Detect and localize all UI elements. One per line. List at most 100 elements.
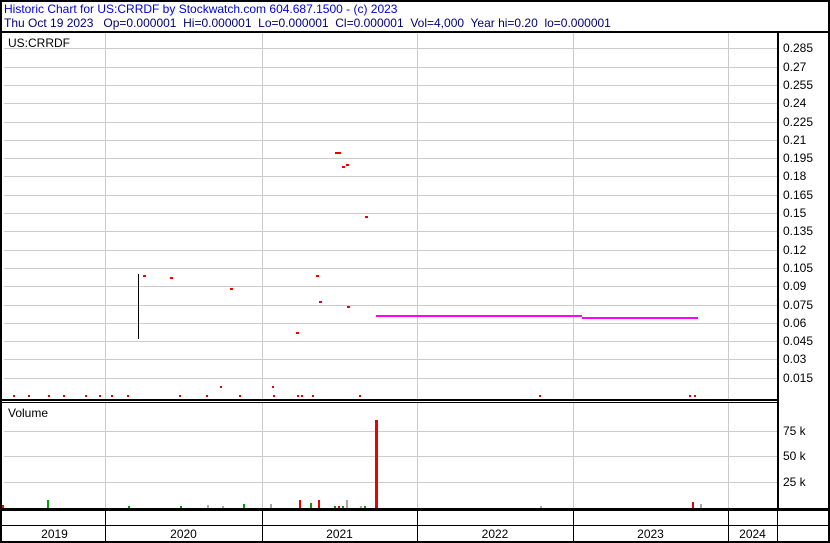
volume-bar	[540, 506, 542, 508]
grid-line-h	[4, 195, 777, 196]
price-axis-label: 0.105	[783, 261, 814, 275]
volume-bar	[375, 420, 378, 508]
volume-bar	[318, 500, 320, 508]
year-label: 2022	[481, 527, 509, 541]
price-dot	[179, 395, 181, 397]
year-cell-divider	[777, 526, 778, 541]
price-axis-label: 0.015	[783, 371, 814, 385]
price-dot	[342, 166, 345, 168]
price-axis-label: 0.075	[783, 298, 814, 312]
price-dot	[273, 395, 275, 397]
volume-bar	[342, 506, 344, 508]
volume-label: Volume	[8, 406, 49, 420]
price-axis-label: 0.165	[783, 188, 814, 202]
grid-line-h	[4, 122, 777, 123]
volume-bar	[364, 506, 366, 508]
price-dot	[319, 301, 322, 303]
grid-line-h	[4, 176, 777, 177]
scale-row-divider	[728, 511, 729, 525]
price-dot	[111, 395, 113, 397]
volume-bar	[128, 506, 130, 508]
price-dot	[347, 306, 350, 308]
grid-line-h	[4, 323, 777, 324]
volume-bar	[338, 506, 340, 508]
price-dot	[694, 395, 696, 397]
price-axis-label: 0.09	[783, 279, 807, 293]
price-dot	[272, 386, 274, 388]
price-dot	[338, 152, 341, 154]
scale-row-divider	[573, 511, 574, 525]
close-price-line	[376, 315, 582, 317]
volume-bar	[47, 500, 49, 508]
volume-bar	[700, 504, 702, 508]
price-dot	[28, 395, 30, 397]
price-axis-label: 0.12	[783, 243, 807, 257]
price-dot	[85, 395, 87, 397]
price-dot	[99, 395, 101, 397]
year-label: 2021	[326, 527, 353, 541]
volume-bar	[692, 502, 694, 508]
volume-bar	[334, 506, 336, 508]
outer-border-left	[0, 0, 2, 543]
year-label: 2019	[41, 527, 68, 541]
price-axis-label: 0.18	[783, 169, 807, 183]
price-dot	[239, 395, 241, 397]
grid-line-v	[262, 33, 263, 399]
grid-line-h	[4, 250, 777, 251]
historic-chart-window: Historic Chart for US:CRRDF by Stockwatc…	[0, 0, 830, 543]
price-axis-label: 0.195	[783, 151, 814, 165]
price-dot	[301, 395, 303, 397]
grid-line-h	[4, 213, 777, 214]
price-axis-label: 0.27	[783, 60, 807, 74]
grid-line-h	[4, 48, 777, 49]
volume-bar	[180, 506, 182, 508]
grid-line-h	[4, 305, 777, 306]
grid-line-h	[4, 286, 777, 287]
grid-line-h	[4, 341, 777, 342]
price-dot	[312, 395, 314, 397]
price-axis-label: 0.285	[783, 41, 814, 55]
grid-line-v	[105, 33, 106, 399]
panel-divider-thin	[2, 402, 779, 403]
volume-bar	[360, 506, 362, 508]
hilo-range-bar	[138, 274, 139, 339]
price-axis-label: 0.045	[783, 334, 814, 348]
grid-line-h	[4, 103, 777, 104]
year-label: 2023	[637, 527, 664, 541]
price-axis-border	[777, 33, 779, 511]
grid-line-h	[4, 456, 777, 457]
grid-line-h	[4, 140, 777, 141]
price-dot	[170, 277, 173, 279]
volume-bar	[310, 503, 312, 508]
price-dot	[346, 164, 349, 166]
price-axis-label: 0.03	[783, 352, 807, 366]
scale-row-divider	[105, 511, 106, 525]
header-divider	[0, 31, 830, 33]
price-dot	[220, 386, 222, 388]
chart-title: Historic Chart for US:CRRDF by Stockwatc…	[4, 2, 398, 16]
grid-line-v	[573, 33, 574, 399]
year-label: 2020	[170, 527, 197, 541]
price-dot	[359, 395, 361, 397]
price-axis-label: 0.06	[783, 316, 807, 330]
price-axis-label: 0.225	[783, 115, 814, 129]
price-dot	[297, 395, 299, 397]
price-dot	[63, 395, 65, 397]
price-dot	[13, 395, 15, 397]
grid-line-h	[4, 231, 777, 232]
price-dot	[127, 395, 129, 397]
price-dot	[316, 275, 319, 277]
grid-line-v	[728, 33, 729, 399]
close-price-line	[582, 317, 698, 319]
volume-bar	[222, 506, 224, 508]
chart-info-line: Thu Oct 19 2023 Op=0.000001 Hi=0.000001 …	[4, 16, 611, 30]
volume-bar	[2, 505, 4, 508]
price-axis-label: 0.24	[783, 96, 807, 110]
price-dot	[689, 395, 691, 397]
volume-axis-label: 75 k	[783, 424, 806, 438]
scale-row-divider	[417, 511, 418, 525]
price-dot	[230, 288, 233, 290]
volume-bar	[270, 504, 272, 508]
grid-line-h	[4, 482, 777, 483]
price-axis-label: 0.15	[783, 206, 807, 220]
